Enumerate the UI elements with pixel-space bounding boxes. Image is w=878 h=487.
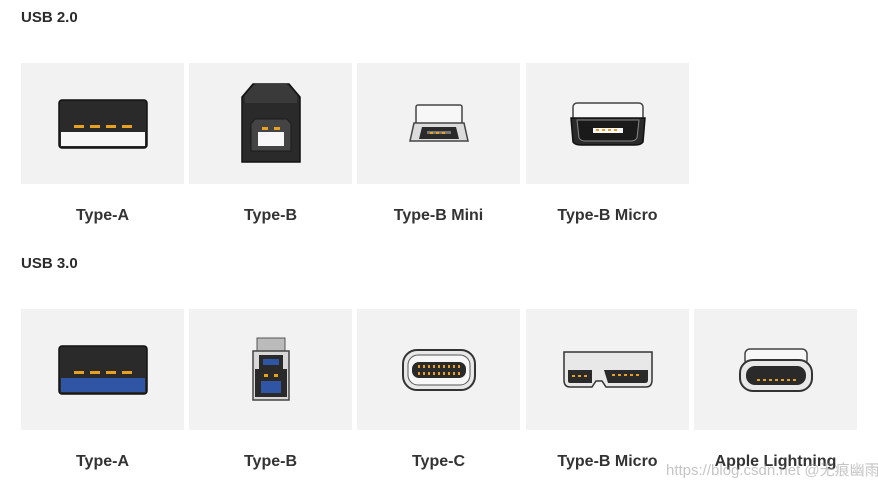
card-usb2-type-a [21,63,184,184]
usb2-type-a-connector-icon [57,98,148,149]
label-usb3-type-b: Type-B [243,453,298,470]
label-usb2-type-a: Type-A [75,207,130,224]
card-usb2-type-b [189,63,352,184]
label-usb2-type-b-micro: Type-B Micro [557,207,658,224]
apple-lightning-connector-icon [738,347,813,392]
usb2-type-b-micro-connector-icon [569,101,646,146]
label-usb3-type-b-micro: Type-B Micro [557,453,658,470]
card-usb3-type-b [189,309,352,430]
usb2-type-b-mini-connector-icon [408,103,469,142]
section-title-usb-2: USB 2.0 [21,9,78,26]
label-usb-type-c: Type-C [411,453,466,470]
card-usb2-type-b-mini [357,63,520,184]
watermark: https://blog.csdn.net @无痕幽雨 [666,462,878,479]
usb3-type-a-connector-icon [57,344,148,395]
usb2-type-b-connector-icon [240,82,301,163]
usb3-type-b-micro-connector-icon [562,350,653,388]
card-usb-type-c [357,309,520,430]
card-apple-lightning [694,309,857,430]
label-usb3-type-a: Type-A [75,453,130,470]
card-usb3-type-a [21,309,184,430]
label-usb2-type-b-mini: Type-B Mini [393,207,484,224]
card-usb2-type-b-micro [526,63,689,184]
usb3-type-b-connector-icon [251,337,290,401]
section-title-usb-3: USB 3.0 [21,255,78,272]
card-usb3-type-b-micro [526,309,689,430]
usb-type-c-connector-icon [401,348,476,391]
label-usb2-type-b: Type-B [243,207,298,224]
